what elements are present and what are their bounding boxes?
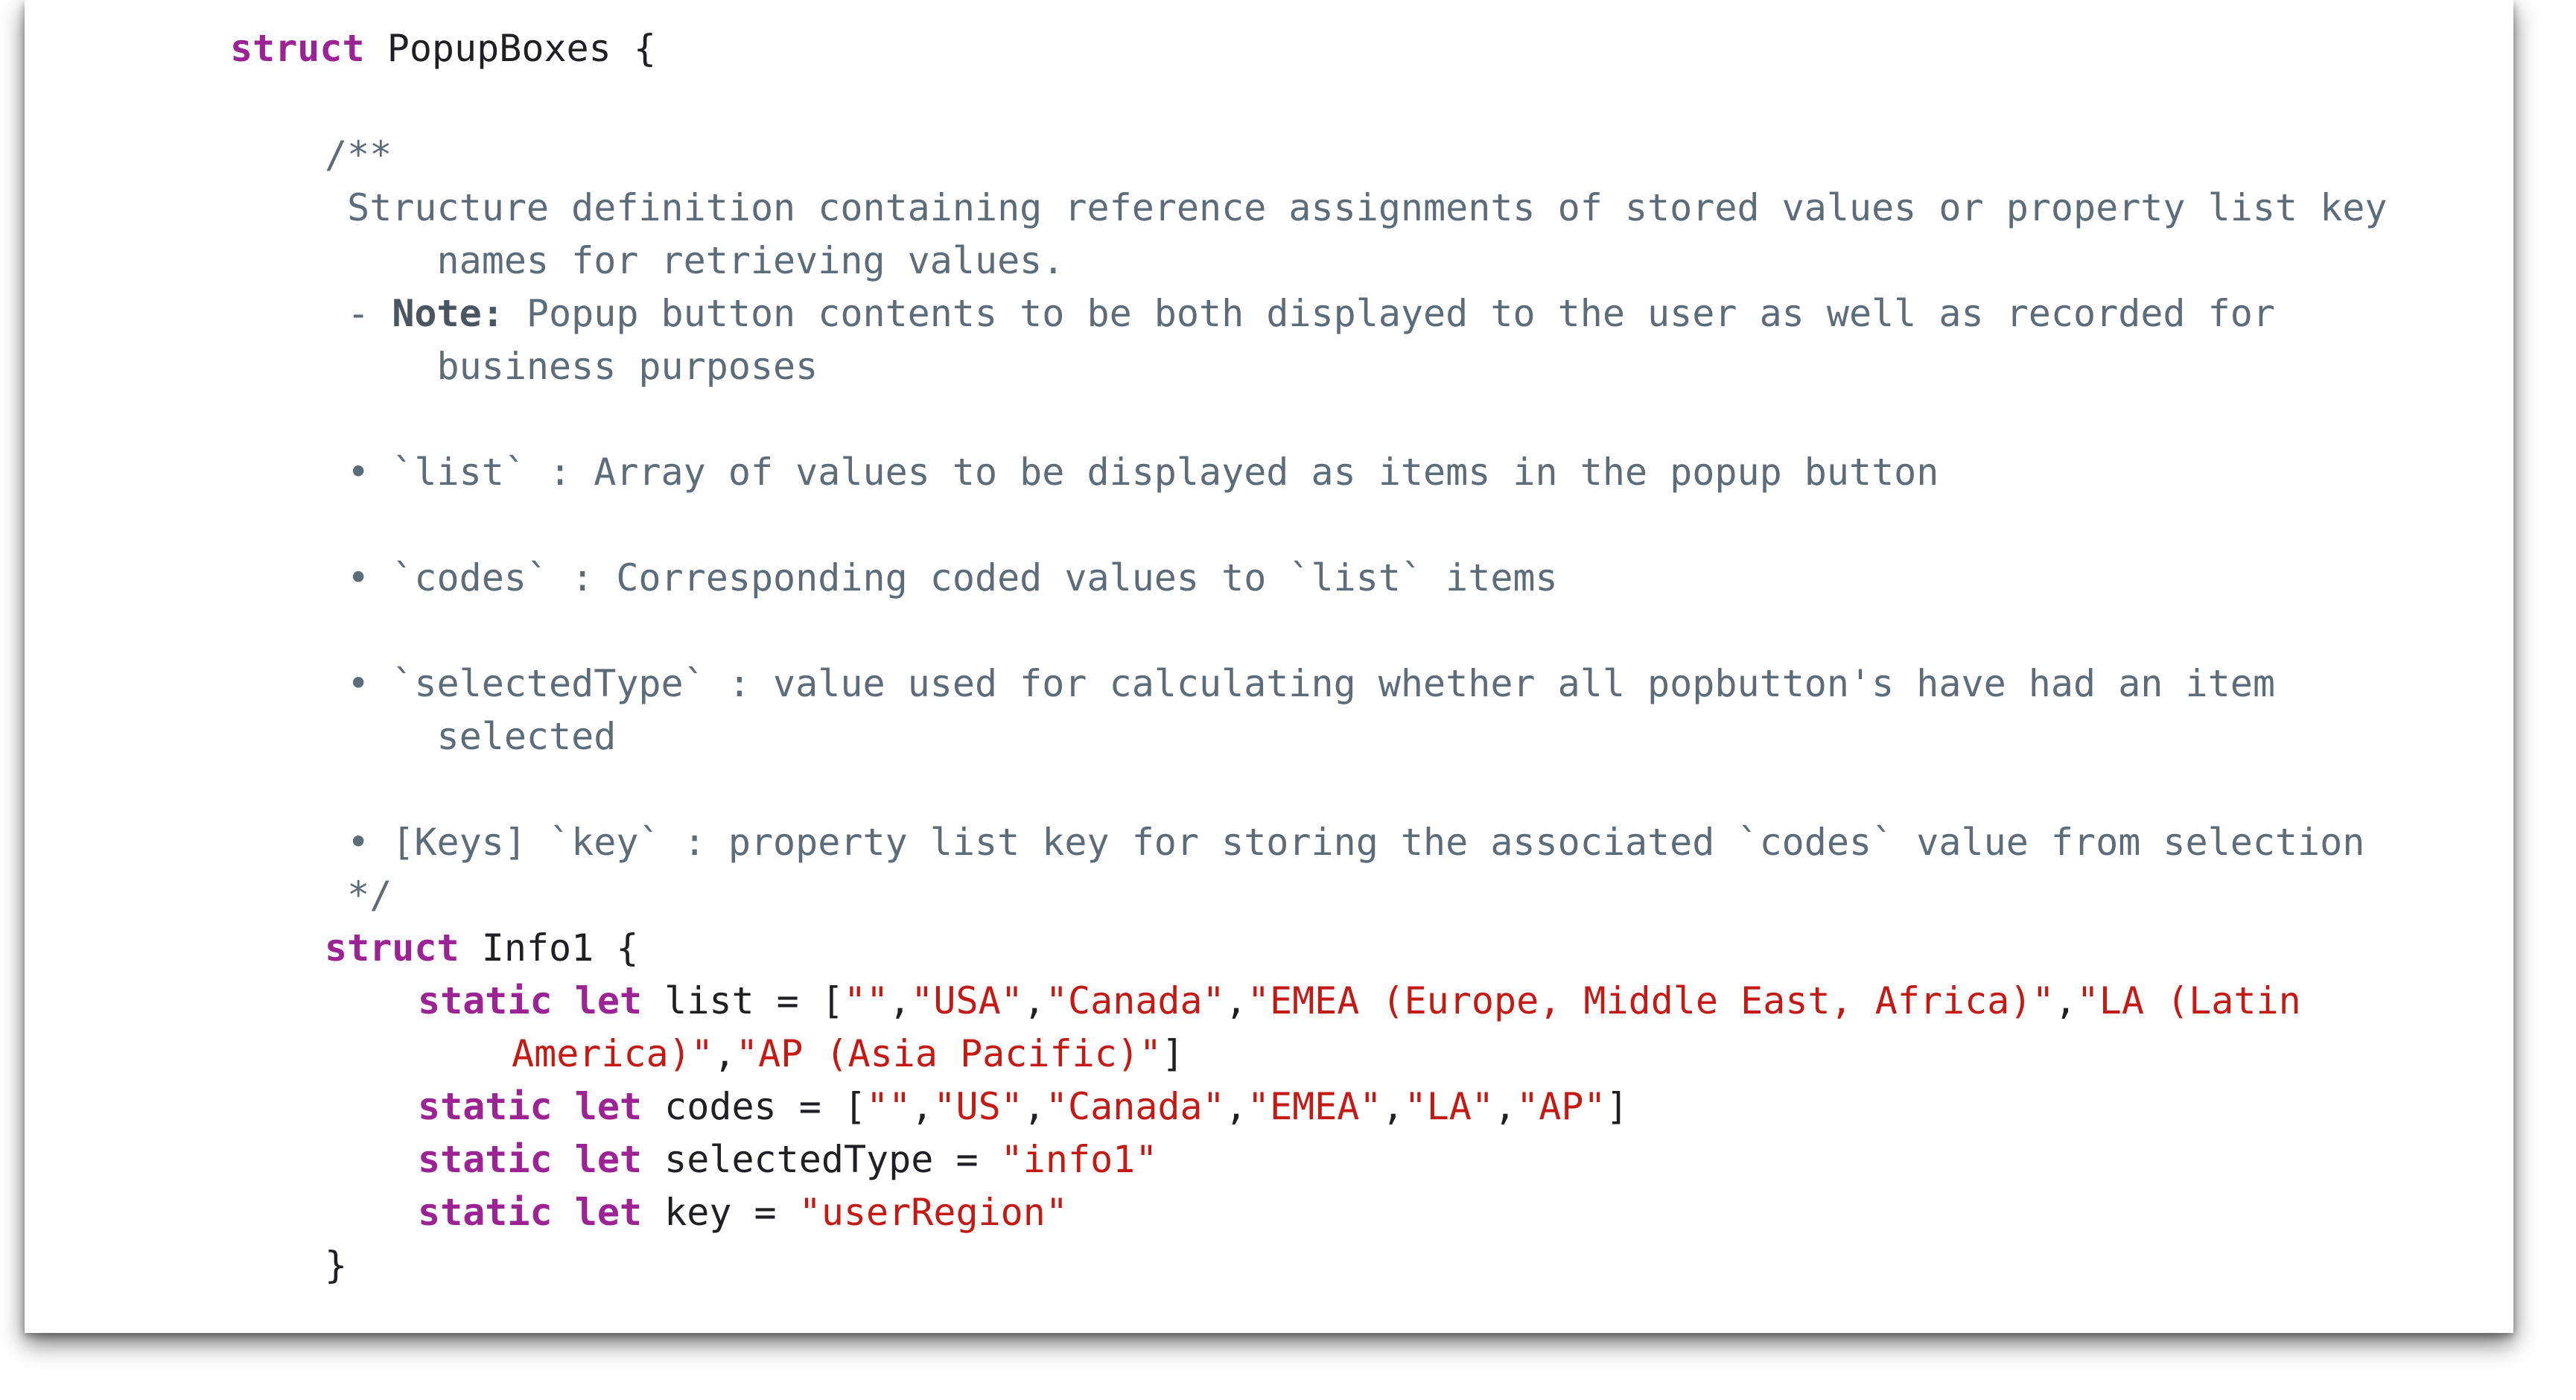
keyword-static-let: static let [418,1191,643,1234]
punctuation: , [1494,1085,1517,1128]
punctuation: , [888,979,912,1022]
string-literal: "" [843,979,889,1022]
code-line-list-cont: America)","AP (Asia Pacific)"] [512,1028,1184,1081]
keyword-struct: struct [230,27,365,70]
punctuation: ] [1606,1085,1629,1128]
code-line-struct-info1: struct Info1 { [325,922,638,975]
keyword-static-let: static let [418,1085,643,1128]
identifier: key = [642,1191,799,1234]
keyword-static-let: static let [418,979,643,1022]
code-line-list: static let list = ["","USA","Canada","EM… [418,975,2301,1028]
struct-name: Info1 { [459,926,639,970]
string-literal: "USA" [911,979,1023,1022]
string-literal: "Canada" [1045,979,1225,1022]
doc-bullet-list: • `list` : Array of values to be display… [325,451,1939,494]
string-literal: "AP" [1516,1085,1606,1128]
doc-comment-note: - Note: Popup button contents to be both… [325,287,2275,340]
code-line-key: static let key = "userRegion" [418,1186,1068,1239]
identifier: selectedType = [642,1138,1001,1181]
doc-bullet-codes: • `codes` : Corresponding coded values t… [325,556,1558,599]
doc-comment-description: Structure definition containing referenc… [325,186,2388,229]
punctuation: , [911,1085,934,1128]
code-line-close-brace: } [325,1244,348,1287]
doc-bullet-selectedtype-cont: selected [325,715,617,758]
doc-bullet-key: • [Keys] `key` : property list key for s… [325,821,2365,864]
string-literal: America)" [512,1032,713,1075]
string-literal: "LA" [1404,1085,1495,1128]
doc-comment-close: */ [325,874,392,917]
doc-comment-note-cont: business purposes [325,345,818,388]
string-literal: "US" [933,1085,1023,1128]
note-dash: - [325,292,392,335]
struct-name: PopupBoxes { [364,27,656,70]
keyword-static-let: static let [418,1138,643,1181]
punctuation: ] [1162,1032,1185,1075]
note-text: Popup button contents to be both display… [503,292,2275,335]
code-editor-window: struct PopupBoxes { /** Structure defini… [25,0,2513,1333]
doc-comment-description-cont: names for retrieving values. [325,239,1065,282]
doc-bullet-selectedtype: • `selectedType` : value used for calcul… [325,662,2275,705]
punctuation: , [1023,1085,1046,1128]
punctuation: , [2054,979,2077,1022]
string-literal: "userRegion" [798,1191,1068,1234]
string-literal: "EMEA (Europe, Middle East, Africa)" [1247,979,2055,1022]
punctuation: , [1023,979,1046,1022]
code-line-struct-popupboxes: struct PopupBoxes { [230,22,656,75]
code-line-selectedtype: static let selectedType = "info1" [418,1133,1157,1186]
note-label: Note: [392,292,504,335]
punctuation: , [713,1032,737,1075]
string-literal: "LA (Latin [2076,979,2301,1022]
string-literal: "info1" [1000,1138,1158,1181]
string-literal: "AP (Asia Pacific)" [736,1032,1162,1075]
punctuation: , [1381,1085,1405,1128]
identifier: codes = [ [642,1085,867,1128]
punctuation: , [1224,1085,1247,1128]
keyword-struct: struct [325,926,459,970]
string-literal: "" [866,1085,912,1128]
doc-comment-open: /** [325,133,392,176]
string-literal: "Canada" [1045,1085,1225,1128]
identifier: list = [ [642,979,844,1022]
string-literal: "EMEA" [1247,1085,1382,1128]
code-line-codes: static let codes = ["","US","Canada","EM… [418,1081,1629,1133]
punctuation: , [1224,979,1247,1022]
code-editor[interactable]: struct PopupBoxes { /** Structure defini… [25,0,2513,1333]
